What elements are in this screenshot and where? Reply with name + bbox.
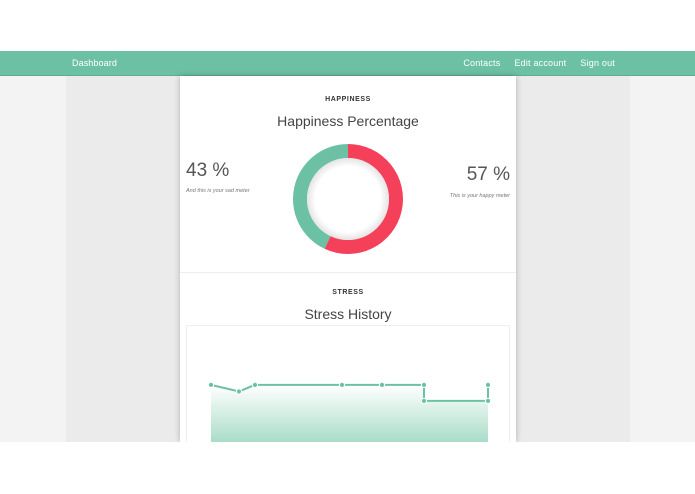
stress-point[interactable] bbox=[484, 381, 492, 389]
dashboard-card: HAPPINESS Happiness Percentage 43 % And … bbox=[180, 76, 516, 442]
happiness-section-label: HAPPINESS bbox=[325, 96, 371, 103]
stress-point[interactable] bbox=[378, 381, 386, 389]
dashboard-brand-link[interactable]: Dashboard bbox=[72, 58, 117, 68]
stress-point[interactable] bbox=[338, 381, 346, 389]
top-navbar: Dashboard Contacts Edit account Sign out bbox=[0, 51, 695, 76]
stress-area-fill bbox=[211, 384, 488, 442]
sad-caption: And this is your sad meter bbox=[186, 188, 250, 194]
stress-point[interactable] bbox=[420, 381, 428, 389]
happiness-title: Happiness Percentage bbox=[277, 113, 419, 129]
sad-percentage: 43 % bbox=[186, 160, 230, 181]
stress-chart-container bbox=[186, 325, 510, 442]
bottom-blank-area bbox=[0, 442, 695, 494]
stress-history-chart bbox=[207, 381, 492, 442]
stress-point[interactable] bbox=[235, 388, 243, 395]
happy-caption: This is your happy meter bbox=[449, 193, 510, 199]
stress-point[interactable] bbox=[207, 381, 215, 389]
donut-center bbox=[307, 158, 389, 240]
stress-point[interactable] bbox=[420, 397, 428, 404]
happy-percentage: 57 % bbox=[466, 164, 510, 185]
sign-out-link[interactable]: Sign out bbox=[580, 58, 615, 68]
left-gutter bbox=[66, 76, 180, 442]
stress-section-label: STRESS bbox=[332, 289, 364, 296]
edit-account-link[interactable]: Edit account bbox=[514, 58, 566, 68]
stress-point[interactable] bbox=[251, 381, 259, 389]
section-divider bbox=[180, 272, 516, 273]
page: Dashboard Contacts Edit account Sign out… bbox=[0, 0, 695, 494]
contacts-link[interactable]: Contacts bbox=[463, 58, 500, 68]
right-gutter bbox=[516, 76, 630, 442]
stress-title: Stress History bbox=[304, 306, 392, 322]
nav-links: Contacts Edit account Sign out bbox=[463, 58, 615, 68]
stress-point[interactable] bbox=[484, 397, 492, 404]
happiness-donut-chart bbox=[293, 144, 403, 254]
